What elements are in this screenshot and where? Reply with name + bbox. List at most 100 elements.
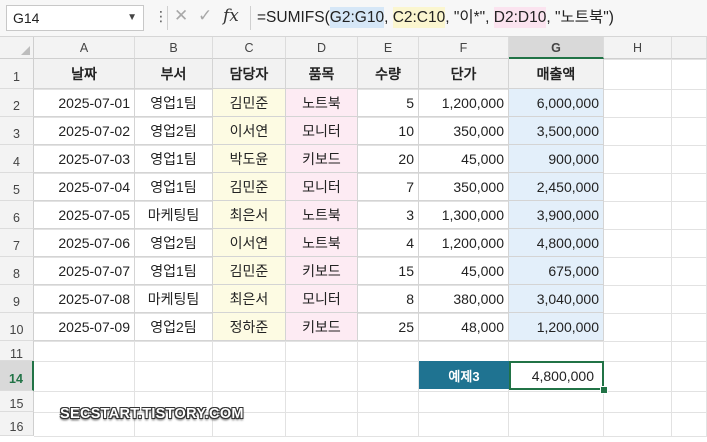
cell-quantity[interactable]: 20 bbox=[358, 145, 419, 173]
cell-department[interactable]: 영업1팀 bbox=[135, 173, 213, 201]
column-header-g[interactable]: G bbox=[509, 37, 604, 59]
name-box[interactable]: G14 ▼ bbox=[6, 5, 144, 31]
cell-department[interactable]: 마케팅팀 bbox=[135, 201, 213, 229]
cell-unit-price[interactable]: 380,000 bbox=[419, 285, 509, 313]
enter-icon[interactable]: ✓ bbox=[198, 6, 212, 26]
table-header-unit-price[interactable]: 단가 bbox=[419, 59, 509, 89]
row-header-3[interactable]: 3 bbox=[0, 117, 34, 145]
cell-sales[interactable]: 6,000,000 bbox=[509, 89, 604, 117]
cell-item[interactable]: 노트북 bbox=[286, 201, 358, 229]
cell-department[interactable]: 영업2팀 bbox=[135, 229, 213, 257]
cell-quantity[interactable]: 3 bbox=[358, 201, 419, 229]
cell-item[interactable]: 키보드 bbox=[286, 313, 358, 341]
cell-department[interactable]: 영업2팀 bbox=[135, 313, 213, 341]
cell-date[interactable]: 2025-07-02 bbox=[34, 117, 135, 145]
cell-item[interactable]: 노트북 bbox=[286, 229, 358, 257]
cell-quantity[interactable]: 10 bbox=[358, 117, 419, 145]
cell-unit-price[interactable]: 350,000 bbox=[419, 173, 509, 201]
cell-date[interactable]: 2025-07-05 bbox=[34, 201, 135, 229]
cell-item[interactable]: 키보드 bbox=[286, 257, 358, 285]
table-header-item[interactable]: 품목 bbox=[286, 59, 358, 89]
more-vert-icon[interactable]: ⋮ bbox=[154, 8, 168, 25]
cell-sales[interactable]: 2,450,000 bbox=[509, 173, 604, 201]
cell-item[interactable]: 노트북 bbox=[286, 89, 358, 117]
row-header-5[interactable]: 5 bbox=[0, 173, 34, 201]
example-result-cell[interactable]: 4,800,000 bbox=[509, 361, 604, 390]
row-header-8[interactable]: 8 bbox=[0, 257, 34, 285]
cell-date[interactable]: 2025-07-07 bbox=[34, 257, 135, 285]
cell-unit-price[interactable]: 1,300,000 bbox=[419, 201, 509, 229]
table-header-department[interactable]: 부서 bbox=[135, 59, 213, 89]
row-header-6[interactable]: 6 bbox=[0, 201, 34, 229]
cell-date[interactable]: 2025-07-06 bbox=[34, 229, 135, 257]
cell-sales[interactable]: 4,800,000 bbox=[509, 229, 604, 257]
row-header-1[interactable]: 1 bbox=[0, 59, 34, 89]
cell-manager[interactable]: 김민준 bbox=[213, 173, 286, 201]
cell-manager[interactable]: 이서연 bbox=[213, 229, 286, 257]
row-header-11[interactable]: 11 bbox=[0, 341, 34, 361]
cell-manager[interactable]: 박도윤 bbox=[213, 145, 286, 173]
cell-date[interactable]: 2025-07-04 bbox=[34, 173, 135, 201]
table-header-quantity[interactable]: 수량 bbox=[358, 59, 419, 89]
table-header-manager[interactable]: 담당자 bbox=[213, 59, 286, 89]
select-all-corner[interactable] bbox=[0, 37, 34, 59]
table-header-sales[interactable]: 매출액 bbox=[509, 59, 604, 89]
cell-quantity[interactable]: 8 bbox=[358, 285, 419, 313]
column-header-f[interactable]: F bbox=[419, 37, 509, 59]
cell-quantity[interactable]: 4 bbox=[358, 229, 419, 257]
row-header-7[interactable]: 7 bbox=[0, 229, 34, 257]
cell-department[interactable]: 마케팅팀 bbox=[135, 285, 213, 313]
cell-department[interactable]: 영업1팀 bbox=[135, 145, 213, 173]
cell-department[interactable]: 영업1팀 bbox=[135, 89, 213, 117]
cell-manager[interactable]: 이서연 bbox=[213, 117, 286, 145]
cell-item[interactable]: 모니터 bbox=[286, 173, 358, 201]
row-header-4[interactable]: 4 bbox=[0, 145, 34, 173]
column-header-c[interactable]: C bbox=[213, 37, 286, 59]
cell-quantity[interactable]: 5 bbox=[358, 89, 419, 117]
cell-unit-price[interactable]: 45,000 bbox=[419, 257, 509, 285]
chevron-down-icon[interactable]: ▼ bbox=[127, 6, 137, 30]
cell-date[interactable]: 2025-07-01 bbox=[34, 89, 135, 117]
cell-quantity[interactable]: 7 bbox=[358, 173, 419, 201]
example-label[interactable]: 예제3 bbox=[419, 361, 509, 389]
cell-unit-price[interactable]: 1,200,000 bbox=[419, 89, 509, 117]
cell-unit-price[interactable]: 1,200,000 bbox=[419, 229, 509, 257]
function-icon[interactable]: fx bbox=[223, 6, 239, 26]
column-header-h[interactable]: H bbox=[604, 37, 672, 59]
column-header-a[interactable]: A bbox=[34, 37, 135, 59]
cell-department[interactable]: 영업2팀 bbox=[135, 117, 213, 145]
cell-quantity[interactable]: 15 bbox=[358, 257, 419, 285]
cell-date[interactable]: 2025-07-09 bbox=[34, 313, 135, 341]
row-header-14[interactable]: 14 bbox=[0, 361, 34, 391]
row-header-9[interactable]: 9 bbox=[0, 285, 34, 313]
formula-input[interactable]: =SUMIFS(G2:G10, C2:C10, "이*", D2:D10, "노… bbox=[257, 4, 614, 32]
cell-unit-price[interactable]: 45,000 bbox=[419, 145, 509, 173]
cell-item[interactable]: 모니터 bbox=[286, 285, 358, 313]
cell-date[interactable]: 2025-07-08 bbox=[34, 285, 135, 313]
cell-manager[interactable]: 최은서 bbox=[213, 285, 286, 313]
cell-sales[interactable]: 3,040,000 bbox=[509, 285, 604, 313]
fill-handle[interactable] bbox=[600, 386, 608, 394]
column-header-d[interactable]: D bbox=[286, 37, 358, 59]
row-header-16[interactable]: 16 bbox=[0, 412, 34, 436]
cell-sales[interactable]: 900,000 bbox=[509, 145, 604, 173]
row-header-15[interactable]: 15 bbox=[0, 391, 34, 412]
cell-sales[interactable]: 1,200,000 bbox=[509, 313, 604, 341]
cell-manager[interactable]: 김민준 bbox=[213, 257, 286, 285]
column-header-e[interactable]: E bbox=[358, 37, 419, 59]
table-header-date[interactable]: 날짜 bbox=[34, 59, 135, 89]
cell-date[interactable]: 2025-07-03 bbox=[34, 145, 135, 173]
row-header-10[interactable]: 10 bbox=[0, 313, 34, 341]
cell-manager[interactable]: 김민준 bbox=[213, 89, 286, 117]
cell-sales[interactable]: 675,000 bbox=[509, 257, 604, 285]
cell-department[interactable]: 영업1팀 bbox=[135, 257, 213, 285]
cell-quantity[interactable]: 25 bbox=[358, 313, 419, 341]
cell-manager[interactable]: 정하준 bbox=[213, 313, 286, 341]
cell-manager[interactable]: 최은서 bbox=[213, 201, 286, 229]
cell-item[interactable]: 모니터 bbox=[286, 117, 358, 145]
row-header-2[interactable]: 2 bbox=[0, 89, 34, 117]
column-header-b[interactable]: B bbox=[135, 37, 213, 59]
cell-item[interactable]: 키보드 bbox=[286, 145, 358, 173]
cell-sales[interactable]: 3,500,000 bbox=[509, 117, 604, 145]
cell-unit-price[interactable]: 48,000 bbox=[419, 313, 509, 341]
